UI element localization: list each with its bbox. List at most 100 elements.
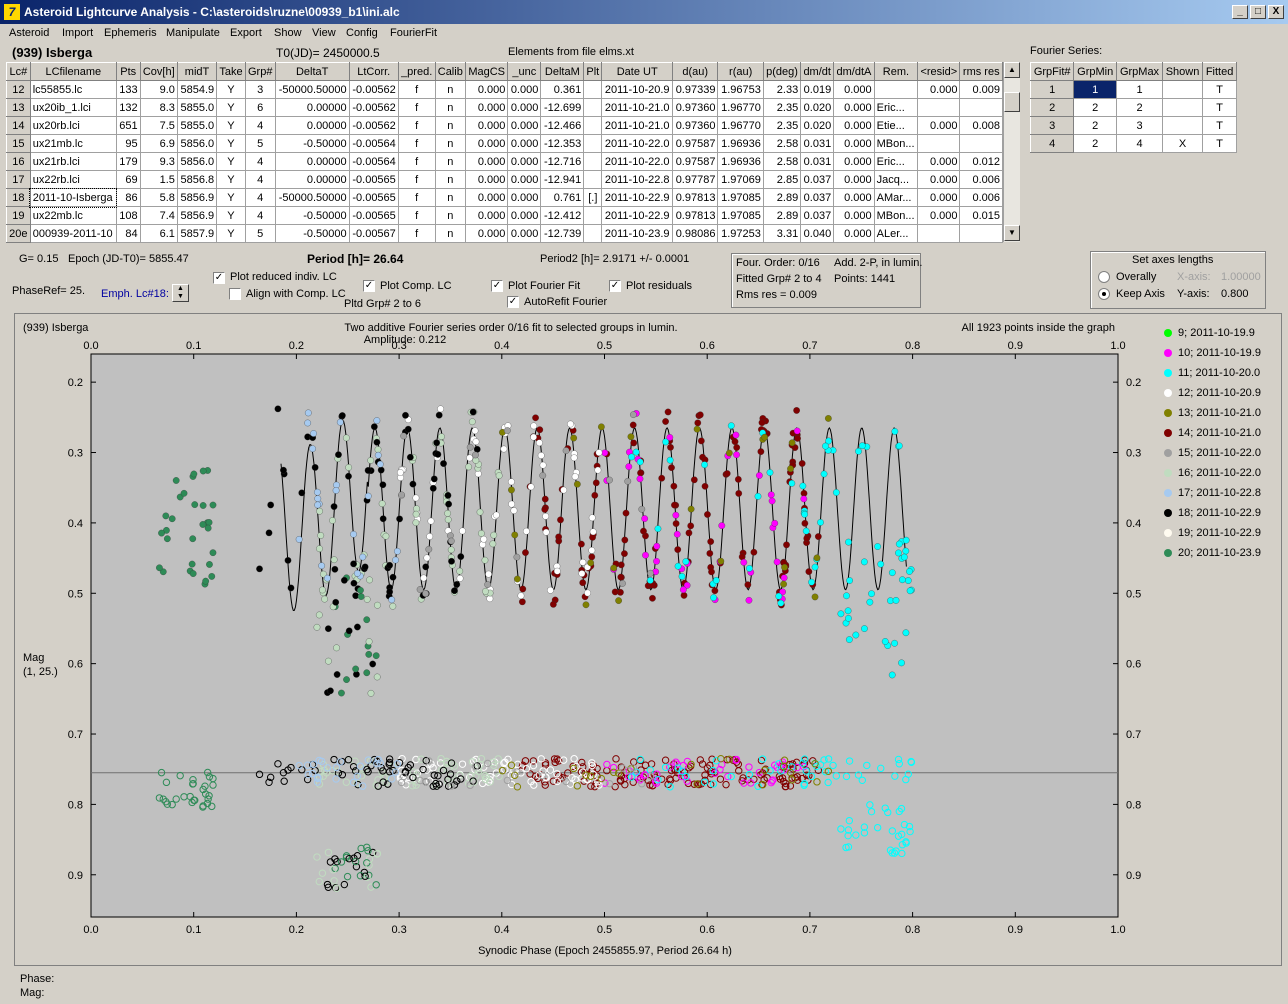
- lc-col-header[interactable]: _unc: [507, 62, 542, 81]
- fourier-cell[interactable]: T: [1202, 98, 1237, 117]
- lc-cell[interactable]: 2011-10-22.0: [601, 152, 674, 171]
- lc-cell[interactable]: 0.000: [507, 152, 542, 171]
- lc-cell[interactable]: Y: [216, 98, 246, 117]
- fourier-col-header[interactable]: Shown: [1161, 62, 1204, 81]
- x-axis-value[interactable]: 1.00000: [1221, 271, 1261, 283]
- lightcurve-table[interactable]: Lc# LCfilename Pts Cov[h] midT Take Grp# DeltaT…: [6, 62, 1003, 243]
- lc-cell[interactable]: 0.97587: [672, 152, 719, 171]
- lc-cell[interactable]: 9.3: [139, 152, 178, 171]
- lc-cell[interactable]: 0.000: [507, 224, 542, 243]
- minimize-button[interactable]: _: [1232, 5, 1248, 19]
- lc-cell[interactable]: ux22mb.lc: [29, 206, 117, 225]
- lc-cell[interactable]: [959, 98, 1003, 117]
- lc-cell[interactable]: 2011-10-22.9: [601, 206, 674, 225]
- lc-cell[interactable]: Eric...: [873, 98, 919, 117]
- lc-col-header[interactable]: Grp#: [244, 62, 276, 81]
- keep-axis-radio[interactable]: [1098, 288, 1110, 300]
- fourier-cell[interactable]: T: [1202, 116, 1237, 135]
- lc-cell[interactable]: 18: [6, 188, 31, 207]
- menu-manipulate[interactable]: Manipulate: [166, 27, 220, 39]
- lc-table-row[interactable]: 15 ux21mb.lc 95 6.9 5856.0 Y 5 -0.50000 -0.00564…: [6, 134, 1003, 153]
- lc-cell[interactable]: n: [434, 224, 467, 243]
- lc-cell[interactable]: 0.000: [833, 98, 875, 117]
- lc-cell[interactable]: n: [434, 98, 467, 117]
- lc-cell[interactable]: 0.000: [833, 134, 875, 153]
- lc-cell[interactable]: ux21mb.lc: [29, 134, 117, 153]
- lc-col-header[interactable]: DeltaT: [274, 62, 350, 81]
- lc-cell[interactable]: 1.97069: [717, 170, 764, 189]
- lc-cell[interactable]: -12.699: [540, 98, 585, 117]
- lc-cell[interactable]: 0.000: [833, 170, 875, 189]
- lc-cell[interactable]: -0.00565: [348, 206, 399, 225]
- lc-cell[interactable]: 2.33: [762, 80, 802, 99]
- lc-cell[interactable]: 5854.9: [176, 80, 218, 99]
- lc-cell[interactable]: 17: [6, 170, 31, 189]
- lc-col-header[interactable]: dm/dtA: [833, 62, 875, 81]
- lc-cell[interactable]: -0.00564: [348, 152, 399, 171]
- lc-cell[interactable]: 0.97787: [672, 170, 719, 189]
- lc-cell[interactable]: 5856.9: [176, 206, 218, 225]
- lc-cell[interactable]: 1.97253: [717, 224, 764, 243]
- fourier-cell[interactable]: 2: [1073, 116, 1118, 135]
- lc-cell[interactable]: 4: [244, 206, 276, 225]
- lc-cell[interactable]: Y: [216, 206, 246, 225]
- lc-cell[interactable]: 0.000: [465, 80, 509, 99]
- lc-cell[interactable]: 133: [115, 80, 141, 99]
- lc-cell[interactable]: Jacq...: [873, 170, 919, 189]
- lc-cell[interactable]: 0.040: [800, 224, 835, 243]
- menu-import[interactable]: Import: [62, 27, 93, 39]
- fourier-cell[interactable]: 1: [1073, 80, 1118, 99]
- lc-cell[interactable]: f: [397, 188, 436, 207]
- lc-cell[interactable]: 4: [244, 152, 276, 171]
- lc-cell[interactable]: 0.00000: [274, 170, 350, 189]
- fourier-col-header[interactable]: GrpMax: [1116, 62, 1163, 81]
- lc-cell[interactable]: ux20rb.lci: [29, 116, 117, 135]
- lc-cell[interactable]: n: [434, 206, 467, 225]
- lc-cell[interactable]: 0.000: [833, 206, 875, 225]
- lc-col-header[interactable]: DeltaM: [540, 62, 585, 81]
- scroll-thumb[interactable]: [1004, 92, 1020, 112]
- lc-cell[interactable]: Eric...: [873, 152, 919, 171]
- lc-cell[interactable]: 1.97085: [717, 206, 764, 225]
- menu-show[interactable]: Show: [274, 27, 302, 39]
- fourier-cell[interactable]: 3: [1029, 116, 1075, 135]
- fourier-table-row[interactable]: 222T: [1029, 98, 1237, 117]
- lc-cell[interactable]: 2011-10-20.9: [601, 80, 674, 99]
- fourier-cell[interactable]: 4: [1029, 134, 1075, 153]
- lc-cell[interactable]: ALer...: [873, 224, 919, 243]
- lc-col-header[interactable]: dm/dt: [800, 62, 835, 81]
- menu-view[interactable]: View: [312, 27, 336, 39]
- lc-cell[interactable]: 0.037: [800, 188, 835, 207]
- fourier-cell[interactable]: 1: [1029, 80, 1075, 99]
- lc-cell[interactable]: -0.00565: [348, 188, 399, 207]
- lc-cell[interactable]: 0.98086: [672, 224, 719, 243]
- lc-cell[interactable]: 13: [6, 98, 31, 117]
- lc-cell[interactable]: 2.35: [762, 98, 802, 117]
- lc-table-row[interactable]: 13 ux20ib_1.lci 132 8.3 5855.0 Y 6 0.00000 -0.00…: [6, 98, 1003, 117]
- lc-cell[interactable]: 0.000: [465, 206, 509, 225]
- lc-cell[interactable]: 1.96753: [717, 80, 764, 99]
- lc-cell[interactable]: Y: [216, 188, 246, 207]
- menu-export[interactable]: Export: [230, 27, 262, 39]
- lc-cell[interactable]: 2.89: [762, 188, 802, 207]
- lc-cell[interactable]: 5856.0: [176, 134, 218, 153]
- lc-cell[interactable]: 2.89: [762, 206, 802, 225]
- lc-cell[interactable]: ux21rb.lci: [29, 152, 117, 171]
- fourier-col-header[interactable]: GrpMin: [1073, 62, 1118, 81]
- lc-col-header[interactable]: LtCorr.: [348, 62, 399, 81]
- lc-cell[interactable]: Y: [216, 134, 246, 153]
- plot-fourier-checkbox[interactable]: ✓: [491, 280, 503, 292]
- lc-cell[interactable]: 132: [115, 98, 141, 117]
- lc-cell[interactable]: 0.031: [800, 152, 835, 171]
- lc-table-row[interactable]: 18 2011-10-Isberga 86 5.8 5856.9 Y 4 -50000.500…: [6, 187, 1003, 208]
- lc-cell[interactable]: [583, 152, 603, 171]
- lc-cell[interactable]: 15: [6, 134, 31, 153]
- lc-cell[interactable]: 179: [115, 152, 141, 171]
- lc-cell[interactable]: 1.96770: [717, 116, 764, 135]
- lc-cell[interactable]: 69: [115, 170, 141, 189]
- lc-cell[interactable]: 0.000: [507, 134, 542, 153]
- lc-cell[interactable]: 0.008: [959, 116, 1003, 135]
- lc-cell[interactable]: n: [434, 188, 467, 207]
- lc-cell[interactable]: 9.0: [139, 80, 178, 99]
- lc-cell[interactable]: Y: [216, 170, 246, 189]
